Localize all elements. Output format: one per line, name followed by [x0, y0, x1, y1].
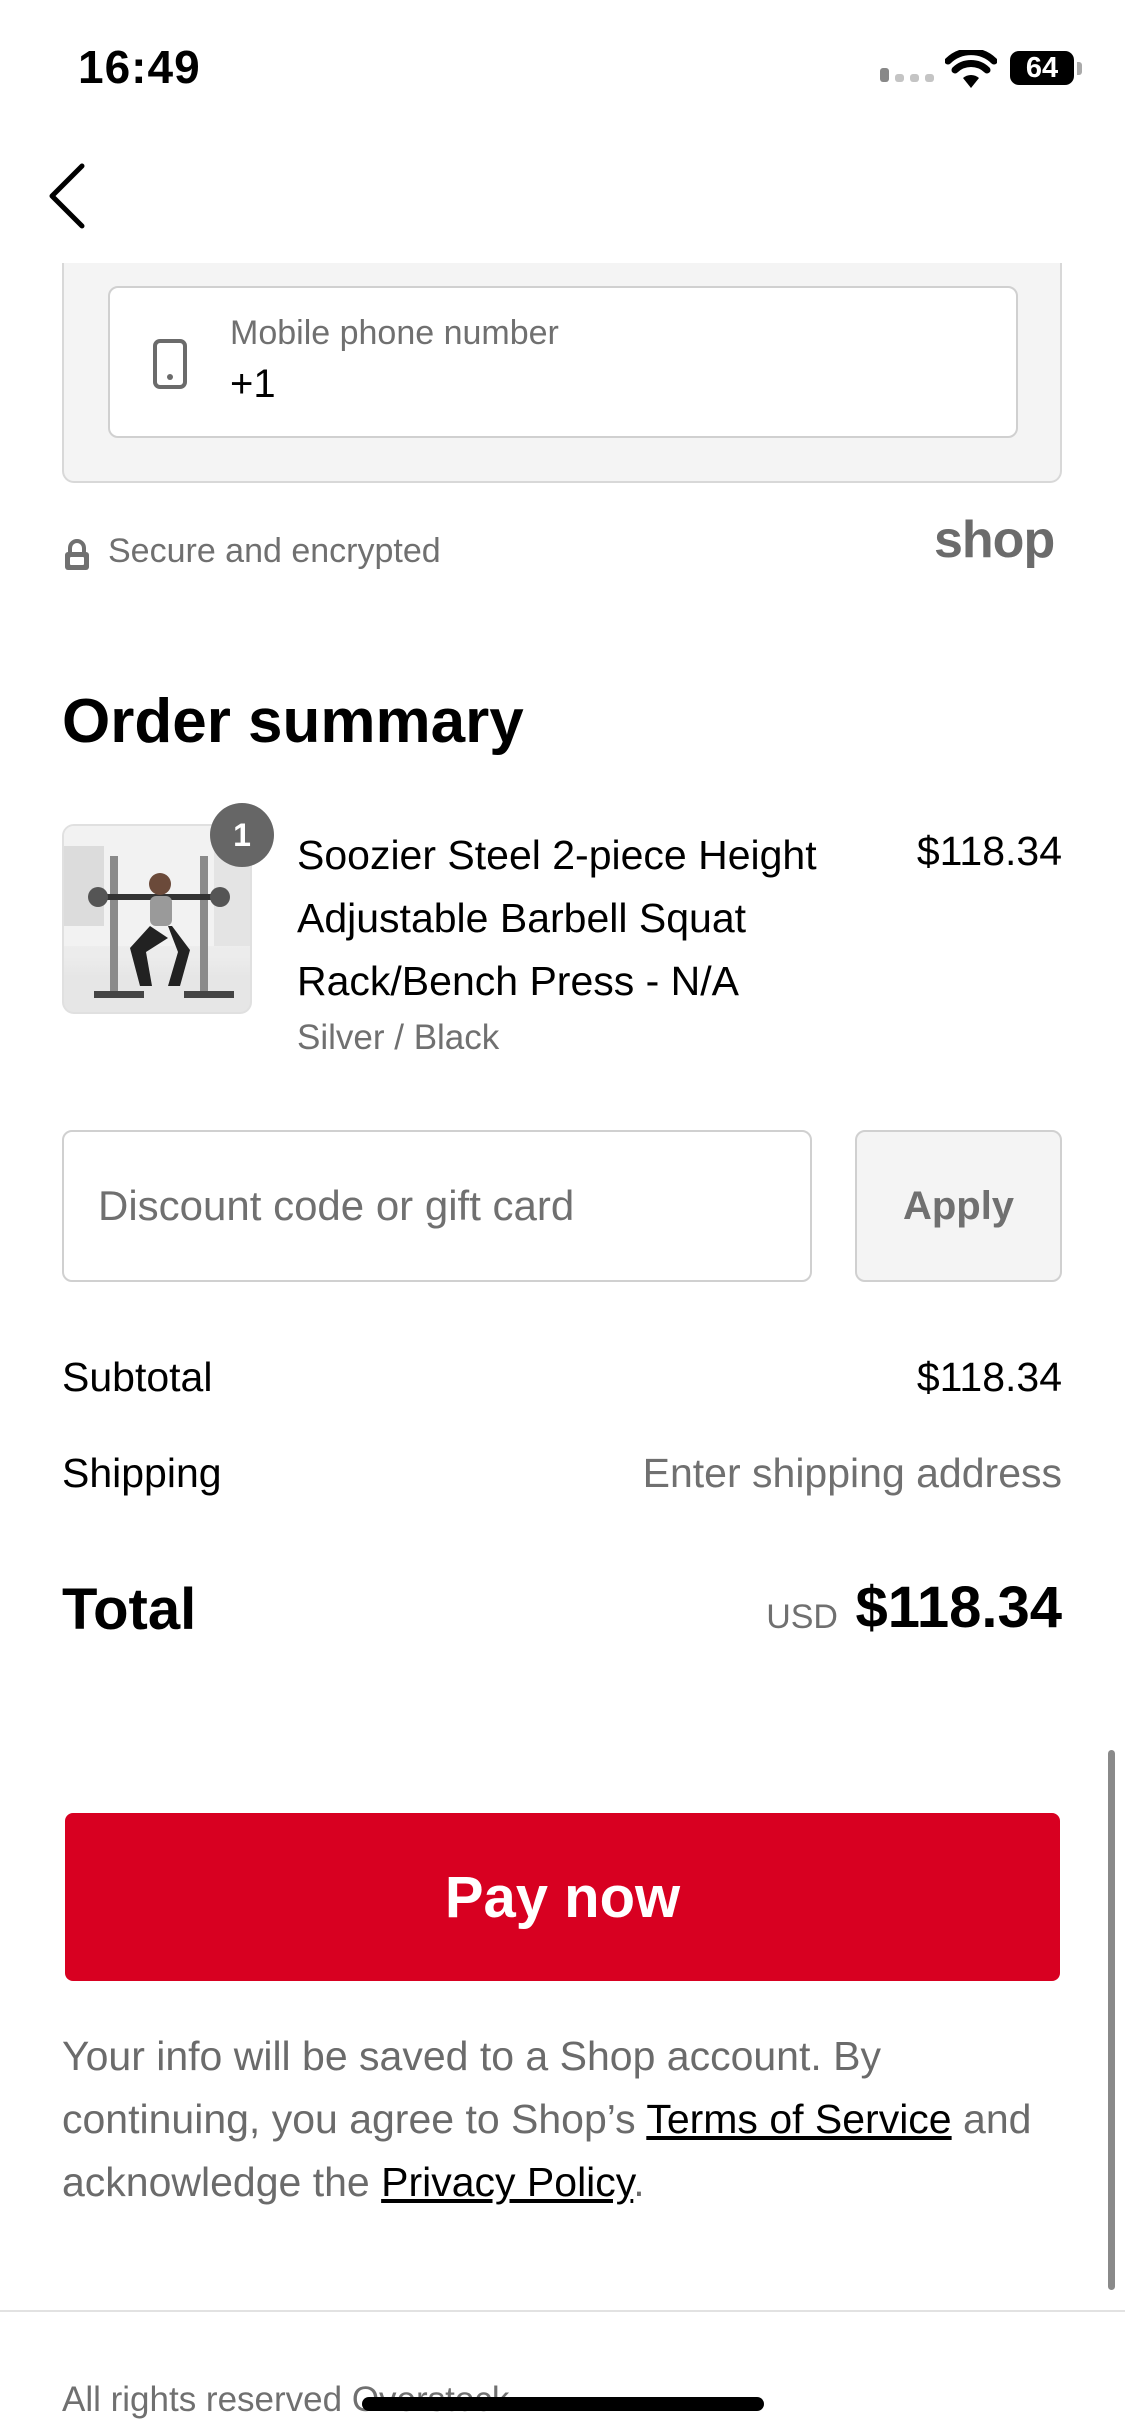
mobile-phone-icon	[153, 339, 187, 389]
home-indicator[interactable]	[362, 2397, 764, 2411]
status-time: 16:49	[78, 41, 201, 93]
lock-icon	[65, 539, 89, 570]
product-price: $118.34	[916, 828, 1062, 874]
shipping-label: Shipping	[62, 1450, 222, 1496]
scrollbar[interactable]	[1108, 1750, 1115, 2290]
quantity-badge: 1	[210, 803, 274, 867]
subtotal-label: Subtotal	[62, 1354, 213, 1400]
wifi-icon	[945, 50, 997, 88]
total-value: $118.34	[855, 1575, 1062, 1640]
battery-icon: 64	[1010, 51, 1074, 85]
pay-now-button[interactable]: Pay now	[65, 1813, 1060, 1981]
product-variant: Silver / Black	[297, 1018, 500, 1057]
cellular-signal-icon	[880, 68, 934, 82]
back-chevron-icon[interactable]	[40, 160, 100, 230]
shipping-value: Enter shipping address	[642, 1450, 1062, 1496]
footer-divider	[0, 2310, 1125, 2312]
total-currency: USD	[766, 1598, 838, 1636]
privacy-policy-link[interactable]: Privacy Policy	[381, 2159, 633, 2205]
terms-of-service-link[interactable]: Terms of Service	[646, 2096, 951, 2142]
shop-logo: shop	[934, 511, 1055, 569]
subtotal-value: $118.34	[916, 1354, 1062, 1400]
discount-code-input[interactable]	[62, 1130, 812, 1282]
total-label: Total	[62, 1577, 197, 1642]
secure-text: Secure and encrypted	[108, 532, 441, 570]
battery-cap	[1077, 62, 1082, 75]
phone-value[interactable]: +1	[230, 362, 276, 407]
legal-notice: Your info will be saved to a Shop accoun…	[62, 2025, 1062, 2214]
order-summary-title: Order summary	[62, 687, 524, 756]
product-name: Soozier Steel 2-piece Height Adjustable …	[297, 832, 817, 1004]
apply-button[interactable]: Apply	[855, 1130, 1062, 1282]
phone-label: Mobile phone number	[230, 314, 559, 352]
legal-text-3: .	[633, 2159, 645, 2205]
